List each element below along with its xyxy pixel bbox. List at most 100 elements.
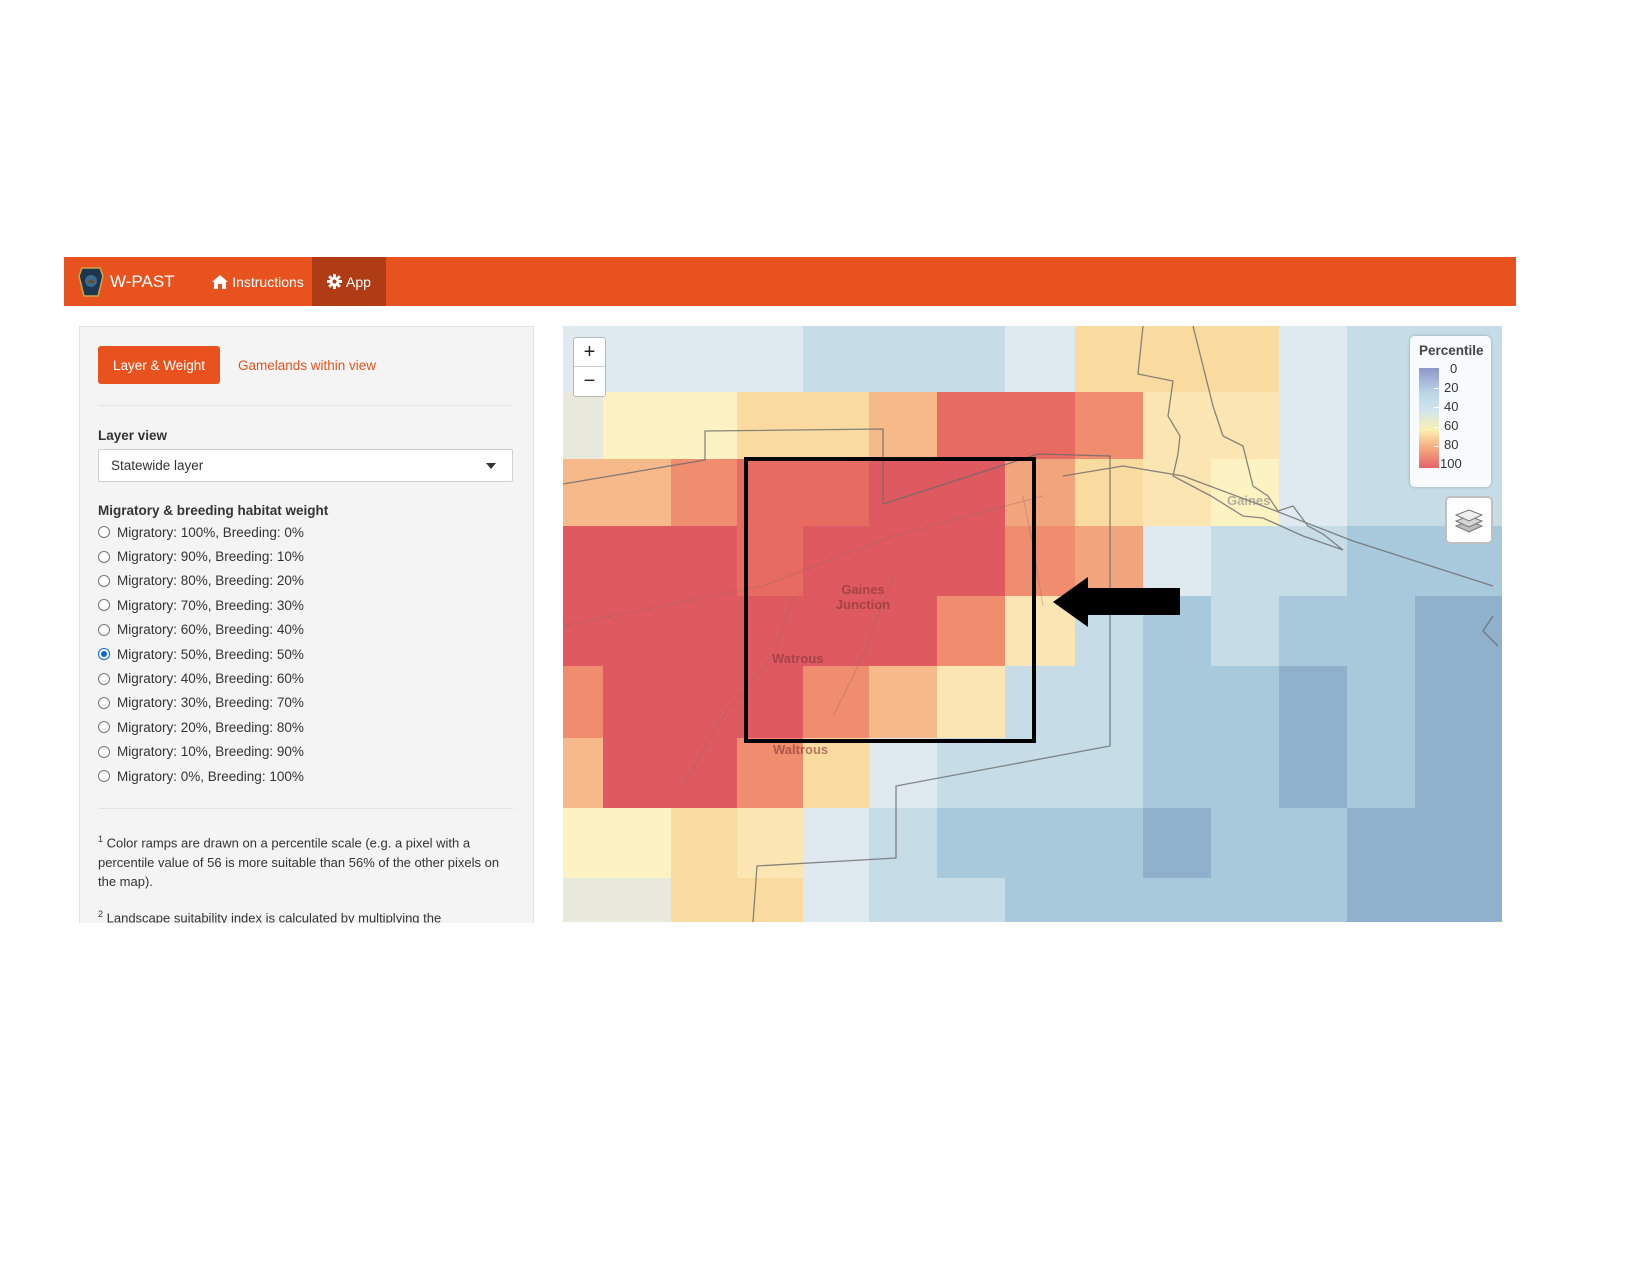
raster-cell bbox=[1211, 392, 1279, 459]
radio-button[interactable] bbox=[98, 696, 110, 709]
nav-app[interactable]: App bbox=[312, 257, 386, 306]
raster-cell bbox=[1005, 738, 1075, 808]
radio-label: Migratory: 50%, Breeding: 50% bbox=[117, 646, 304, 662]
tab-layer-weight[interactable]: Layer & Weight bbox=[98, 346, 220, 384]
raster-cell bbox=[1279, 326, 1347, 392]
raster-cell bbox=[1279, 878, 1347, 922]
radio-option-selected[interactable]: Migratory: 50%, Breeding: 50% bbox=[98, 642, 304, 666]
raster-cell bbox=[563, 392, 603, 459]
radio-button[interactable] bbox=[98, 623, 110, 636]
raster-cell bbox=[1075, 878, 1143, 922]
raster-cell bbox=[563, 666, 603, 738]
weight-radio-group: Migratory: 100%, Breeding: 0% Migratory:… bbox=[98, 520, 304, 788]
zoom-control: + − bbox=[573, 337, 606, 397]
brand[interactable]: W-PAST bbox=[78, 267, 175, 297]
radio-button[interactable] bbox=[98, 550, 110, 563]
radio-option[interactable]: Migratory: 10%, Breeding: 90% bbox=[98, 740, 304, 764]
radio-label: Migratory: 40%, Breeding: 60% bbox=[117, 671, 304, 687]
raster-cell bbox=[603, 526, 671, 596]
radio-button[interactable] bbox=[98, 770, 110, 783]
raster-cell bbox=[671, 526, 737, 596]
radio-option[interactable]: Migratory: 20%, Breeding: 80% bbox=[98, 715, 304, 739]
raster-cell bbox=[869, 666, 937, 738]
navbar: W-PAST Instructions App bbox=[64, 257, 1516, 306]
radio-option[interactable]: Migratory: 0%, Breeding: 100% bbox=[98, 764, 304, 788]
radio-button[interactable] bbox=[98, 672, 110, 685]
home-icon bbox=[212, 274, 229, 289]
radio-option[interactable]: Migratory: 60%, Breeding: 40% bbox=[98, 618, 304, 642]
raster-cell bbox=[1075, 738, 1143, 808]
legend-tick bbox=[1434, 446, 1439, 447]
legend-label: 80 bbox=[1444, 437, 1459, 452]
place-label: Watrous bbox=[772, 651, 824, 666]
raster-cell bbox=[937, 392, 1005, 459]
radio-label: Migratory: 90%, Breeding: 10% bbox=[117, 549, 304, 565]
raster-cell bbox=[1347, 808, 1415, 878]
raster-cell bbox=[1279, 596, 1347, 666]
footnote-2: 2 Landscape suitability index is calcula… bbox=[98, 909, 442, 923]
raster-cell bbox=[1279, 526, 1347, 596]
raster-cell bbox=[603, 878, 671, 922]
place-label: Gaines bbox=[1227, 493, 1271, 508]
tab-gamelands[interactable]: Gamelands within view bbox=[238, 358, 376, 373]
raster-cell bbox=[1347, 526, 1415, 596]
raster-cell bbox=[1075, 392, 1143, 459]
footnote-1: 1 Color ramps are drawn on a percentile … bbox=[98, 834, 500, 890]
raster-cell bbox=[937, 526, 1005, 596]
raster-cell bbox=[1347, 878, 1415, 922]
raster-cell bbox=[1143, 526, 1211, 596]
raster-cell bbox=[603, 459, 671, 526]
radio-option[interactable]: Migratory: 30%, Breeding: 70% bbox=[98, 691, 304, 715]
legend-color-ramp bbox=[1419, 368, 1439, 468]
raster-cell bbox=[1211, 666, 1279, 738]
raster-cell bbox=[563, 808, 603, 878]
nav-instructions[interactable]: Instructions bbox=[204, 257, 312, 306]
raster-cell bbox=[1075, 808, 1143, 878]
raster-cell bbox=[869, 392, 937, 459]
radio-button[interactable] bbox=[98, 574, 110, 587]
raster-cell bbox=[869, 808, 937, 878]
radio-option[interactable]: Migratory: 80%, Breeding: 20% bbox=[98, 569, 304, 593]
raster-cell bbox=[603, 392, 671, 459]
raster-cell bbox=[803, 326, 869, 392]
raster-cell bbox=[603, 738, 671, 808]
radio-option[interactable]: Migratory: 70%, Breeding: 30% bbox=[98, 593, 304, 617]
radio-option[interactable]: Migratory: 90%, Breeding: 10% bbox=[98, 544, 304, 568]
layers-icon bbox=[1455, 509, 1483, 533]
raster-cell bbox=[869, 326, 937, 392]
raster-cell bbox=[671, 666, 737, 738]
radio-button[interactable] bbox=[98, 526, 110, 539]
legend-label: 0 bbox=[1450, 361, 1458, 376]
radio-label: Migratory: 100%, Breeding: 0% bbox=[117, 524, 304, 540]
divider bbox=[98, 405, 513, 406]
raster-cell bbox=[1347, 392, 1415, 459]
zoom-in-button[interactable]: + bbox=[574, 338, 605, 367]
weight-label: Migratory & breeding habitat weight bbox=[98, 503, 329, 518]
raster-cell bbox=[1143, 738, 1211, 808]
layer-view-select[interactable]: Statewide layer bbox=[98, 449, 513, 482]
radio-label: Migratory: 80%, Breeding: 20% bbox=[117, 573, 304, 589]
raster-cell bbox=[1075, 326, 1143, 392]
raster-cell bbox=[671, 459, 737, 526]
radio-button[interactable] bbox=[98, 745, 110, 758]
radio-button[interactable] bbox=[98, 721, 110, 734]
radio-button-checked[interactable] bbox=[98, 648, 110, 661]
zoom-out-button[interactable]: − bbox=[574, 367, 605, 396]
layer-view-label: Layer view bbox=[98, 428, 168, 443]
map-view[interactable]: Gaines Junction Watrous Waltrous Gaines … bbox=[563, 326, 1502, 922]
radio-option[interactable]: Migratory: 100%, Breeding: 0% bbox=[98, 520, 304, 544]
raster-cell bbox=[1005, 878, 1075, 922]
place-label: Gaines Junction bbox=[835, 582, 891, 612]
layers-button[interactable] bbox=[1445, 496, 1493, 544]
raster-cell bbox=[869, 738, 937, 808]
radio-label: Migratory: 30%, Breeding: 70% bbox=[117, 695, 304, 711]
raster-cell bbox=[671, 326, 737, 392]
raster-cell bbox=[1279, 808, 1347, 878]
raster-cell bbox=[1347, 596, 1415, 666]
radio-button[interactable] bbox=[98, 599, 110, 612]
radio-option[interactable]: Migratory: 40%, Breeding: 60% bbox=[98, 666, 304, 690]
legend-label: 20 bbox=[1444, 380, 1459, 395]
raster-cell bbox=[1075, 666, 1143, 738]
raster-cell bbox=[1211, 738, 1279, 808]
raster-cell bbox=[1415, 808, 1502, 878]
